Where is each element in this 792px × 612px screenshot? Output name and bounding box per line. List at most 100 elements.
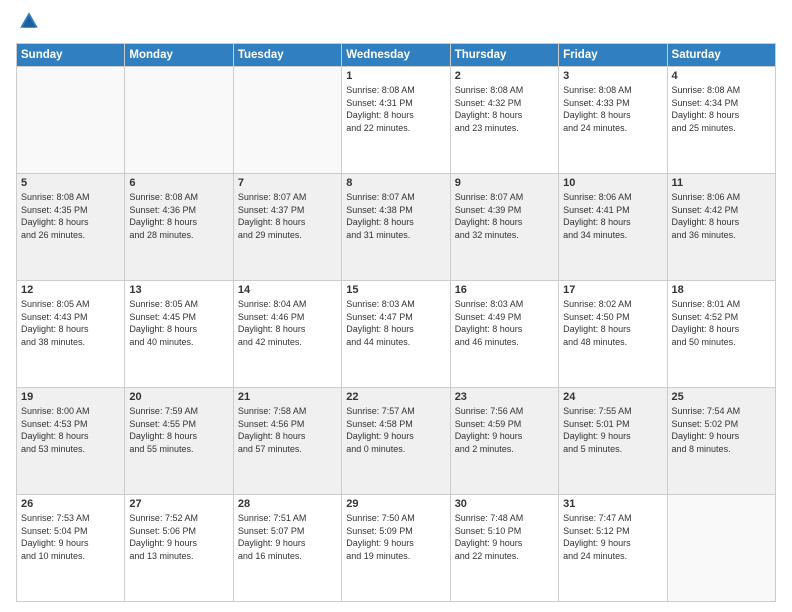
day-number: 24 [563, 391, 662, 403]
calendar-table: SundayMondayTuesdayWednesdayThursdayFrid… [16, 43, 776, 602]
week-row-2: 5 Sunrise: 8:08 AM Sunset: 4:35 PM Daylig… [17, 174, 776, 281]
day-info: Sunrise: 8:08 AM Sunset: 4:32 PM Dayligh… [455, 84, 554, 134]
day-info: Sunrise: 7:53 AM Sunset: 5:04 PM Dayligh… [21, 512, 120, 562]
day-number: 28 [238, 498, 337, 510]
day-number: 25 [672, 391, 771, 403]
day-cell: 23 Sunrise: 7:56 AM Sunset: 4:59 PM Dayli… [450, 388, 558, 495]
day-info: Sunrise: 8:08 AM Sunset: 4:31 PM Dayligh… [346, 84, 445, 134]
day-info: Sunrise: 8:07 AM Sunset: 4:37 PM Dayligh… [238, 191, 337, 241]
day-cell: 9 Sunrise: 8:07 AM Sunset: 4:39 PM Daylig… [450, 174, 558, 281]
day-info: Sunrise: 7:58 AM Sunset: 4:56 PM Dayligh… [238, 405, 337, 455]
day-info: Sunrise: 7:57 AM Sunset: 4:58 PM Dayligh… [346, 405, 445, 455]
day-info: Sunrise: 8:07 AM Sunset: 4:39 PM Dayligh… [455, 191, 554, 241]
day-info: Sunrise: 8:03 AM Sunset: 4:49 PM Dayligh… [455, 298, 554, 348]
day-info: Sunrise: 8:03 AM Sunset: 4:47 PM Dayligh… [346, 298, 445, 348]
week-row-1: 1Sunrise: 8:08 AM Sunset: 4:31 PM Daylig… [17, 67, 776, 174]
day-number: 18 [672, 284, 771, 296]
day-cell: 6 Sunrise: 8:08 AM Sunset: 4:36 PM Daylig… [125, 174, 233, 281]
day-number: 5 [21, 177, 120, 189]
day-info: Sunrise: 8:08 AM Sunset: 4:33 PM Dayligh… [563, 84, 662, 134]
day-cell: 26 Sunrise: 7:53 AM Sunset: 5:04 PM Dayli… [17, 495, 125, 602]
day-number: 4 [672, 70, 771, 82]
day-number: 10 [563, 177, 662, 189]
day-info: Sunrise: 7:56 AM Sunset: 4:59 PM Dayligh… [455, 405, 554, 455]
day-cell [17, 67, 125, 174]
day-cell: 8 Sunrise: 8:07 AM Sunset: 4:38 PM Daylig… [342, 174, 450, 281]
day-cell: 21Sunrise: 7:58 AM Sunset: 4:56 PM Dayli… [233, 388, 341, 495]
day-cell [667, 495, 775, 602]
day-cell: 17Sunrise: 8:02 AM Sunset: 4:50 PM Dayli… [559, 281, 667, 388]
day-cell: 27 Sunrise: 7:52 AM Sunset: 5:06 PM Dayli… [125, 495, 233, 602]
day-number: 30 [455, 498, 554, 510]
day-cell: 29Sunrise: 7:50 AM Sunset: 5:09 PM Dayli… [342, 495, 450, 602]
day-cell [233, 67, 341, 174]
day-info: Sunrise: 8:06 AM Sunset: 4:42 PM Dayligh… [672, 191, 771, 241]
day-cell: 25 Sunrise: 7:54 AM Sunset: 5:02 PM Dayli… [667, 388, 775, 495]
week-row-4: 19 Sunrise: 8:00 AM Sunset: 4:53 PM Dayli… [17, 388, 776, 495]
day-info: Sunrise: 8:08 AM Sunset: 4:35 PM Dayligh… [21, 191, 120, 241]
day-cell: 15 Sunrise: 8:03 AM Sunset: 4:47 PM Dayli… [342, 281, 450, 388]
day-info: Sunrise: 8:07 AM Sunset: 4:38 PM Dayligh… [346, 191, 445, 241]
day-number: 26 [21, 498, 120, 510]
day-cell: 24Sunrise: 7:55 AM Sunset: 5:01 PM Dayli… [559, 388, 667, 495]
day-cell: 10 Sunrise: 8:06 AM Sunset: 4:41 PM Dayli… [559, 174, 667, 281]
week-row-5: 26 Sunrise: 7:53 AM Sunset: 5:04 PM Dayli… [17, 495, 776, 602]
day-cell: 18Sunrise: 8:01 AM Sunset: 4:52 PM Dayli… [667, 281, 775, 388]
day-cell: 20 Sunrise: 7:59 AM Sunset: 4:55 PM Dayli… [125, 388, 233, 495]
day-cell: 14 Sunrise: 8:04 AM Sunset: 4:46 PM Dayli… [233, 281, 341, 388]
day-number: 15 [346, 284, 445, 296]
day-number: 3 [563, 70, 662, 82]
day-info: Sunrise: 8:00 AM Sunset: 4:53 PM Dayligh… [21, 405, 120, 455]
day-number: 7 [238, 177, 337, 189]
day-number: 13 [129, 284, 228, 296]
day-cell: 11 Sunrise: 8:06 AM Sunset: 4:42 PM Dayli… [667, 174, 775, 281]
day-number: 22 [346, 391, 445, 403]
day-number: 23 [455, 391, 554, 403]
weekday-saturday: Saturday [667, 44, 775, 67]
day-cell: 13Sunrise: 8:05 AM Sunset: 4:45 PM Dayli… [125, 281, 233, 388]
weekday-thursday: Thursday [450, 44, 558, 67]
day-info: Sunrise: 8:08 AM Sunset: 4:34 PM Dayligh… [672, 84, 771, 134]
day-number: 6 [129, 177, 228, 189]
day-info: Sunrise: 8:05 AM Sunset: 4:43 PM Dayligh… [21, 298, 120, 348]
day-number: 2 [455, 70, 554, 82]
day-info: Sunrise: 7:48 AM Sunset: 5:10 PM Dayligh… [455, 512, 554, 562]
day-number: 17 [563, 284, 662, 296]
day-info: Sunrise: 7:54 AM Sunset: 5:02 PM Dayligh… [672, 405, 771, 455]
day-number: 16 [455, 284, 554, 296]
weekday-header-row: SundayMondayTuesdayWednesdayThursdayFrid… [17, 44, 776, 67]
weekday-tuesday: Tuesday [233, 44, 341, 67]
day-info: Sunrise: 8:08 AM Sunset: 4:36 PM Dayligh… [129, 191, 228, 241]
day-info: Sunrise: 7:52 AM Sunset: 5:06 PM Dayligh… [129, 512, 228, 562]
day-cell: 4 Sunrise: 8:08 AM Sunset: 4:34 PM Daylig… [667, 67, 775, 174]
day-cell [125, 67, 233, 174]
day-info: Sunrise: 7:59 AM Sunset: 4:55 PM Dayligh… [129, 405, 228, 455]
day-number: 14 [238, 284, 337, 296]
day-cell: 3 Sunrise: 8:08 AM Sunset: 4:33 PM Daylig… [559, 67, 667, 174]
day-info: Sunrise: 7:51 AM Sunset: 5:07 PM Dayligh… [238, 512, 337, 562]
day-cell: 30 Sunrise: 7:48 AM Sunset: 5:10 PM Dayli… [450, 495, 558, 602]
day-cell: 5 Sunrise: 8:08 AM Sunset: 4:35 PM Daylig… [17, 174, 125, 281]
day-number: 8 [346, 177, 445, 189]
day-cell: 22 Sunrise: 7:57 AM Sunset: 4:58 PM Dayli… [342, 388, 450, 495]
week-row-3: 12Sunrise: 8:05 AM Sunset: 4:43 PM Dayli… [17, 281, 776, 388]
day-cell: 2 Sunrise: 8:08 AM Sunset: 4:32 PM Daylig… [450, 67, 558, 174]
day-number: 11 [672, 177, 771, 189]
logo [16, 10, 42, 37]
day-cell: 12Sunrise: 8:05 AM Sunset: 4:43 PM Dayli… [17, 281, 125, 388]
weekday-friday: Friday [559, 44, 667, 67]
day-cell: 1Sunrise: 8:08 AM Sunset: 4:31 PM Daylig… [342, 67, 450, 174]
day-info: Sunrise: 8:04 AM Sunset: 4:46 PM Dayligh… [238, 298, 337, 348]
day-number: 29 [346, 498, 445, 510]
weekday-wednesday: Wednesday [342, 44, 450, 67]
day-number: 9 [455, 177, 554, 189]
day-number: 20 [129, 391, 228, 403]
day-number: 19 [21, 391, 120, 403]
day-cell: 16 Sunrise: 8:03 AM Sunset: 4:49 PM Dayli… [450, 281, 558, 388]
weekday-sunday: Sunday [17, 44, 125, 67]
day-cell: 31Sunrise: 7:47 AM Sunset: 5:12 PM Dayli… [559, 495, 667, 602]
day-info: Sunrise: 8:06 AM Sunset: 4:41 PM Dayligh… [563, 191, 662, 241]
logo-icon [18, 10, 40, 32]
day-cell: 7 Sunrise: 8:07 AM Sunset: 4:37 PM Daylig… [233, 174, 341, 281]
day-number: 27 [129, 498, 228, 510]
